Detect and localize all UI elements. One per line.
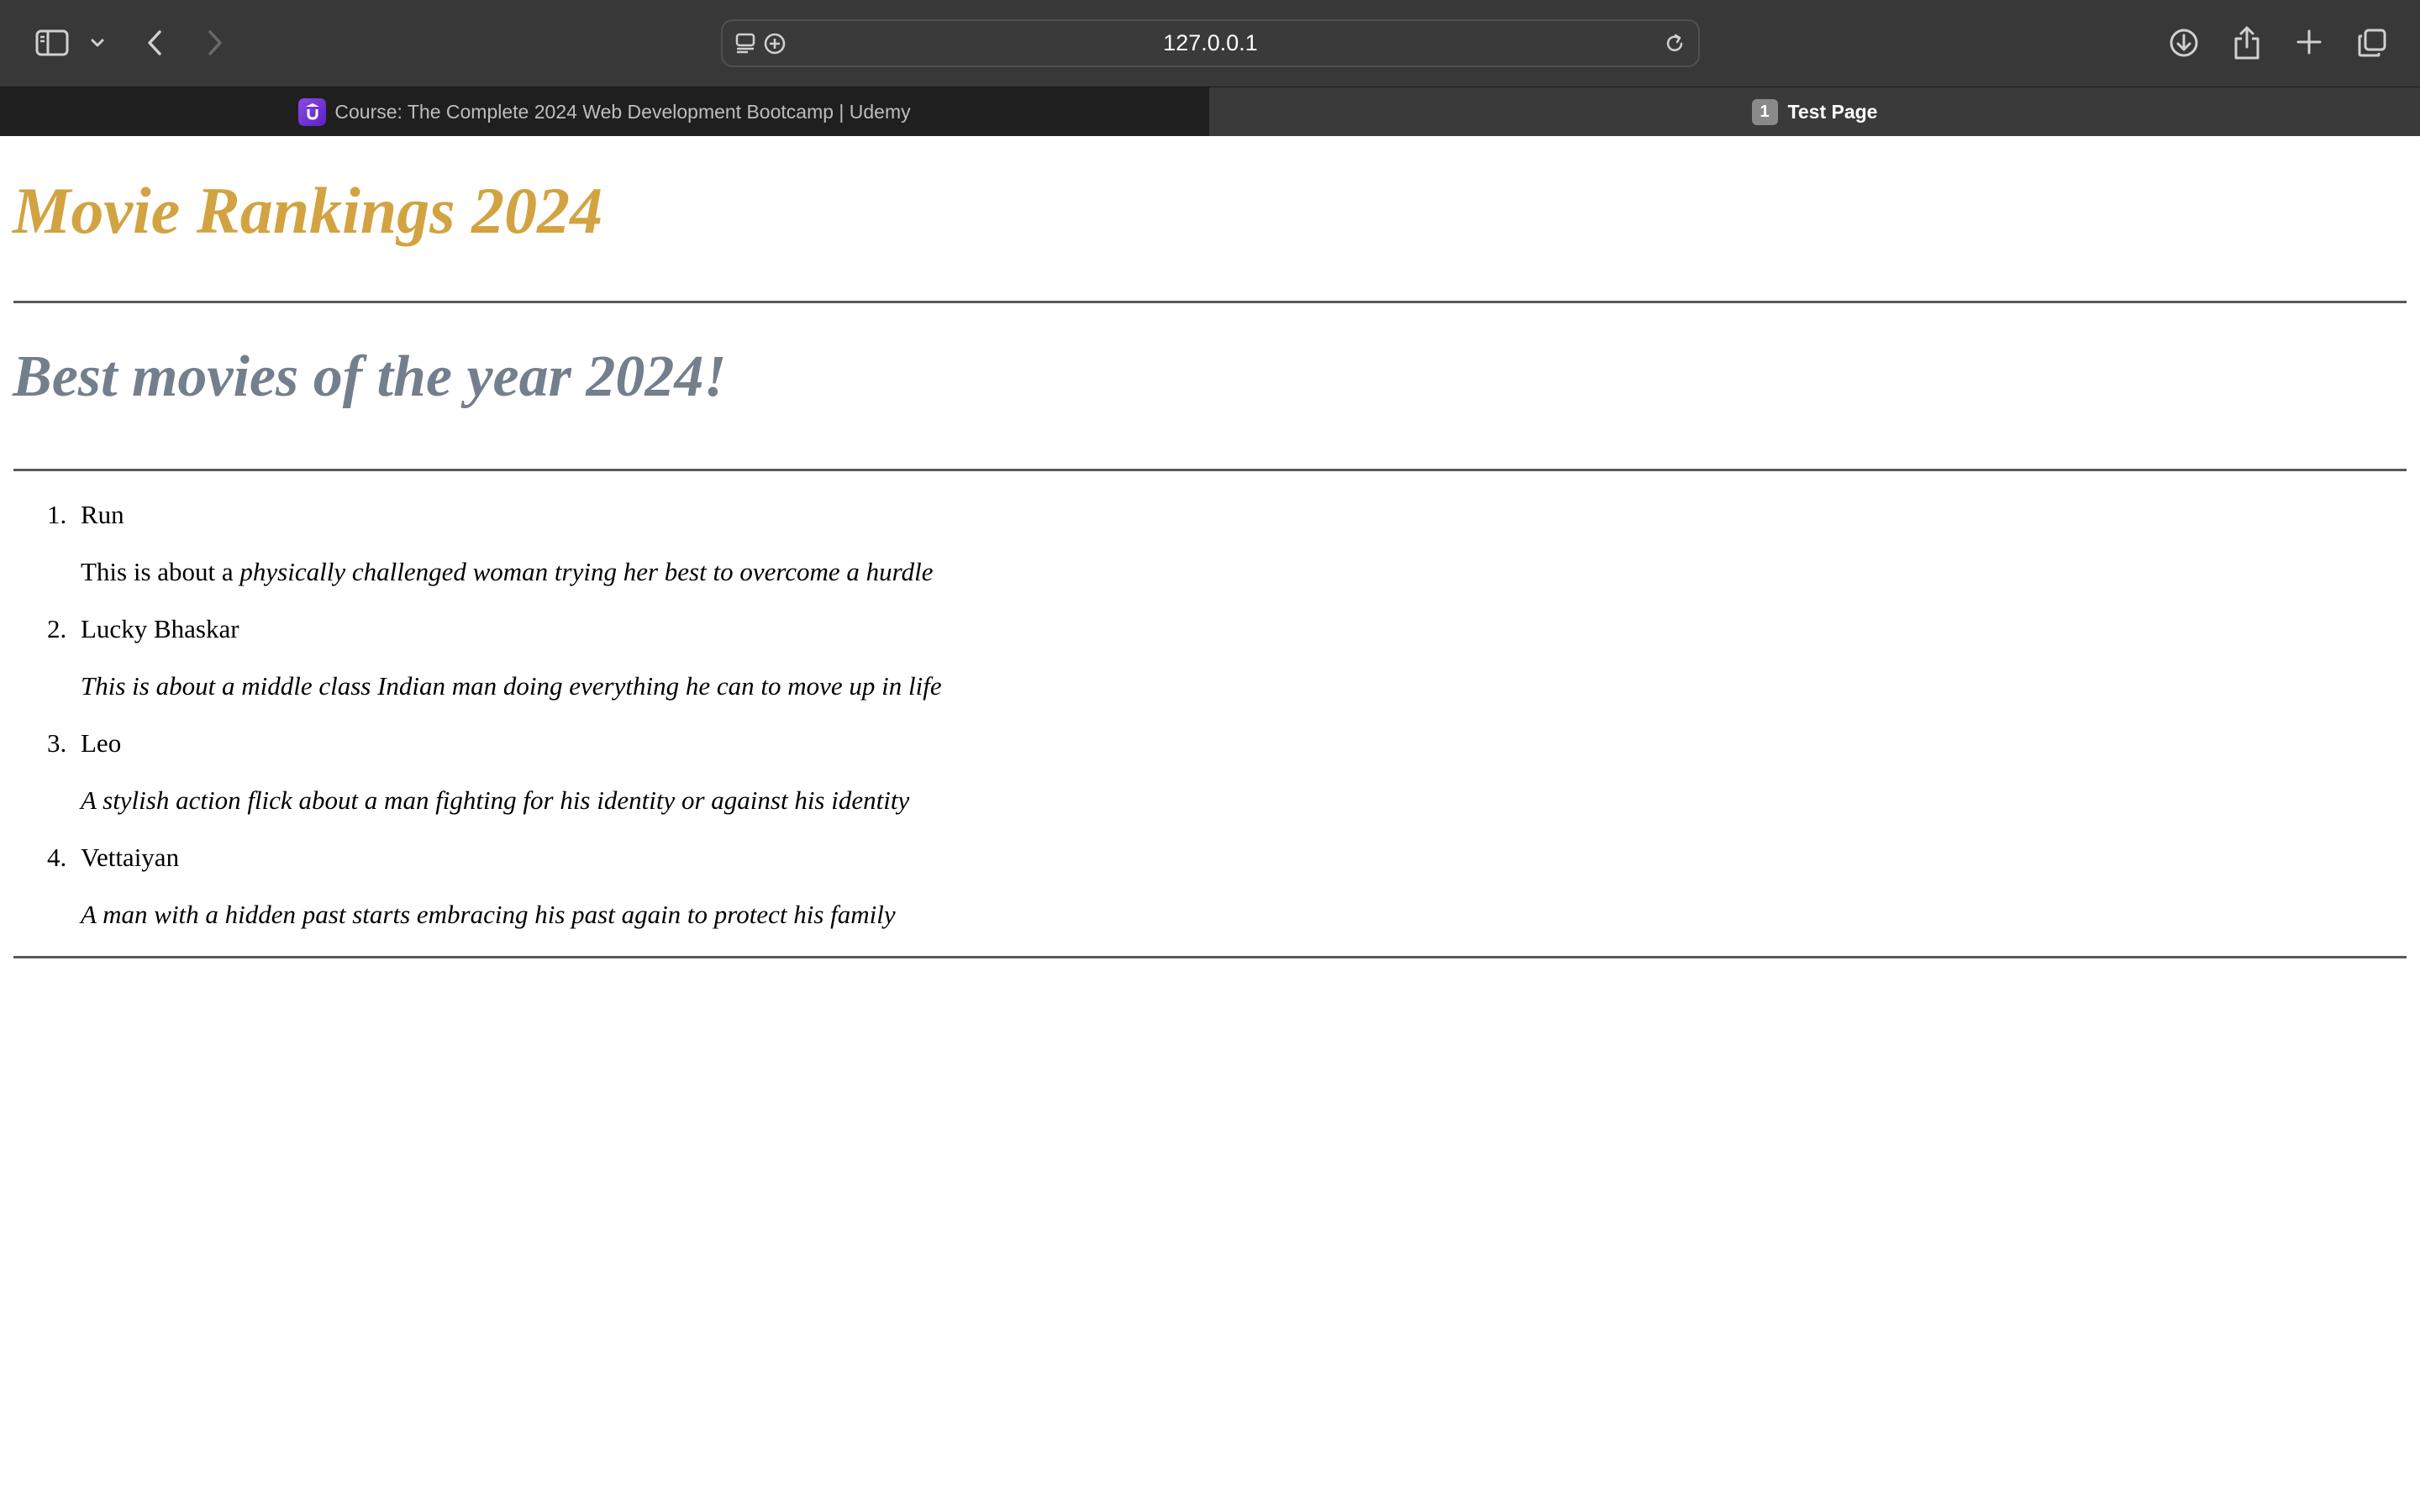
tab-title: Test Page <box>1787 100 1878 123</box>
movie-description: A stylish action flick about a man fight… <box>81 787 909 813</box>
plus-icon[interactable] <box>2294 27 2324 57</box>
description-plain: This is about a <box>81 557 240 586</box>
address-text[interactable]: 127.0.0.1 <box>723 21 1698 66</box>
movie-title: Leo <box>81 728 122 758</box>
divider <box>13 469 2407 471</box>
movie-title: Run <box>81 500 124 529</box>
page-title: Movie Rankings 2024 <box>13 174 603 247</box>
tab-badge: 1 <box>1751 98 1778 125</box>
chevron-right-icon[interactable] <box>202 27 229 59</box>
tabs-icon[interactable] <box>2356 27 2388 59</box>
udemy-icon <box>298 97 327 126</box>
tab-test-page[interactable]: 1 Test Page <box>1209 87 2420 136</box>
chevron-down-icon[interactable] <box>87 34 108 52</box>
movie-description: This is about a middle class Indian man … <box>81 673 942 699</box>
sidebar-icon[interactable] <box>34 28 71 58</box>
movie-description: A man with a hidden past starts embracin… <box>81 901 896 927</box>
chevron-left-icon[interactable] <box>141 27 168 59</box>
reload-icon[interactable] <box>1663 32 1686 60</box>
list-number: 2. <box>47 614 67 643</box>
divider <box>13 956 2407 958</box>
movie-title: Lucky Bhaskar <box>81 614 239 643</box>
description-italic: physically challenged woman trying her b… <box>239 557 934 586</box>
page-subtitle: Best movies of the year 2024! <box>13 344 727 409</box>
movie-description: This is about a physically challenged wo… <box>81 559 933 585</box>
divider <box>13 301 2407 303</box>
description-italic: A man with a hidden past starts embracin… <box>81 900 896 929</box>
tab-title: Course: The Complete 2024 Web Developmen… <box>334 100 911 123</box>
browser-toolbar: 127.0.0.1 <box>0 0 2420 87</box>
list-number: 4. <box>47 843 67 872</box>
address-bar[interactable]: 127.0.0.1 <box>721 19 1700 67</box>
description-italic: A stylish action flick about a man fight… <box>81 785 910 815</box>
tab-udemy-course[interactable]: Course: The Complete 2024 Web Developmen… <box>0 87 1209 136</box>
download-icon[interactable] <box>2167 26 2201 60</box>
movie-title: Vettaiyan <box>81 843 180 872</box>
description-italic: This is about a middle class Indian man … <box>81 671 942 701</box>
list-number: 1. <box>47 500 67 529</box>
share-icon[interactable] <box>2231 24 2263 61</box>
list-number: 3. <box>47 728 67 758</box>
tab-bar: Course: The Complete 2024 Web Developmen… <box>0 87 2420 136</box>
